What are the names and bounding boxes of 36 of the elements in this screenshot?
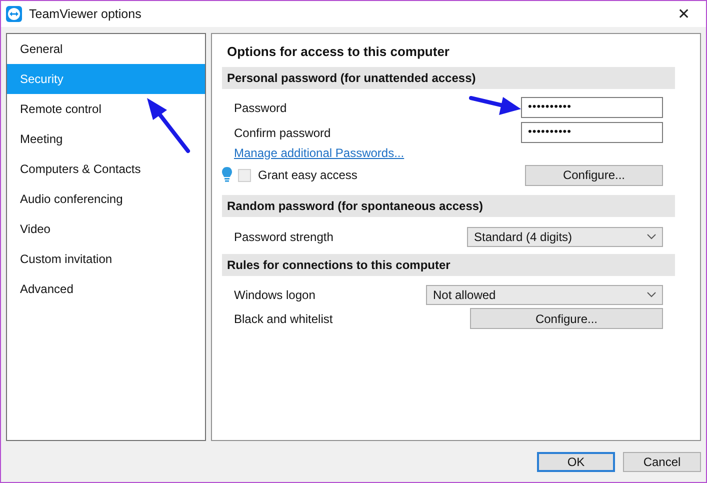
dropdown[interactable]: Not allowed xyxy=(426,284,663,304)
field-label: Black and whitelist xyxy=(234,312,333,326)
sidebar-item[interactable]: Audio conferencing xyxy=(7,184,205,214)
panel-title: Options for access to this computer xyxy=(227,43,450,61)
sidebar-item[interactable]: Remote control xyxy=(7,94,205,124)
section-header: Rules for connections to this computer xyxy=(222,254,675,276)
sidebar-item[interactable]: Meeting xyxy=(7,124,205,154)
section-header: Random password (for spontaneous access) xyxy=(222,195,675,217)
section-header: Personal password (for unattended access) xyxy=(222,67,675,89)
dropdown[interactable]: Standard (4 digits) xyxy=(467,226,663,246)
password-field[interactable]: •••••••••• xyxy=(521,122,663,143)
sidebar-item[interactable]: General xyxy=(7,34,205,64)
checkbox-label: Grant easy access xyxy=(258,168,358,182)
dropdown-value: Standard (4 digits) xyxy=(474,230,574,244)
manage-passwords-link[interactable]: Manage additional Passwords... xyxy=(234,146,404,160)
lightbulb-icon xyxy=(222,167,232,183)
configure-button[interactable]: Configure... xyxy=(470,308,663,329)
app-logo-icon xyxy=(6,6,22,22)
close-button[interactable]: ✕ xyxy=(664,1,704,27)
password-field[interactable]: •••••••••• xyxy=(521,97,663,118)
field-label: Password xyxy=(234,100,287,114)
sidebar-item[interactable]: Video xyxy=(7,214,205,244)
cancel-button[interactable]: Cancel xyxy=(623,452,701,472)
caret-icon xyxy=(647,292,656,298)
sidebar-item[interactable]: Advanced xyxy=(7,274,205,304)
ok-button[interactable]: OK xyxy=(537,452,615,472)
sidebar-item[interactable]: Computers & Contacts xyxy=(7,154,205,184)
field-label: Password strength xyxy=(234,230,334,244)
dropdown-value: Not allowed xyxy=(433,288,497,302)
annotation-arrow xyxy=(145,96,191,154)
annotation-arrow xyxy=(469,95,523,115)
field-label: Confirm password xyxy=(234,126,331,140)
field-label: Windows logon xyxy=(234,288,316,302)
window-title: TeamViewer options xyxy=(29,7,142,21)
caret-icon xyxy=(647,234,656,240)
sidebar-item[interactable]: Custom invitation xyxy=(7,244,205,274)
